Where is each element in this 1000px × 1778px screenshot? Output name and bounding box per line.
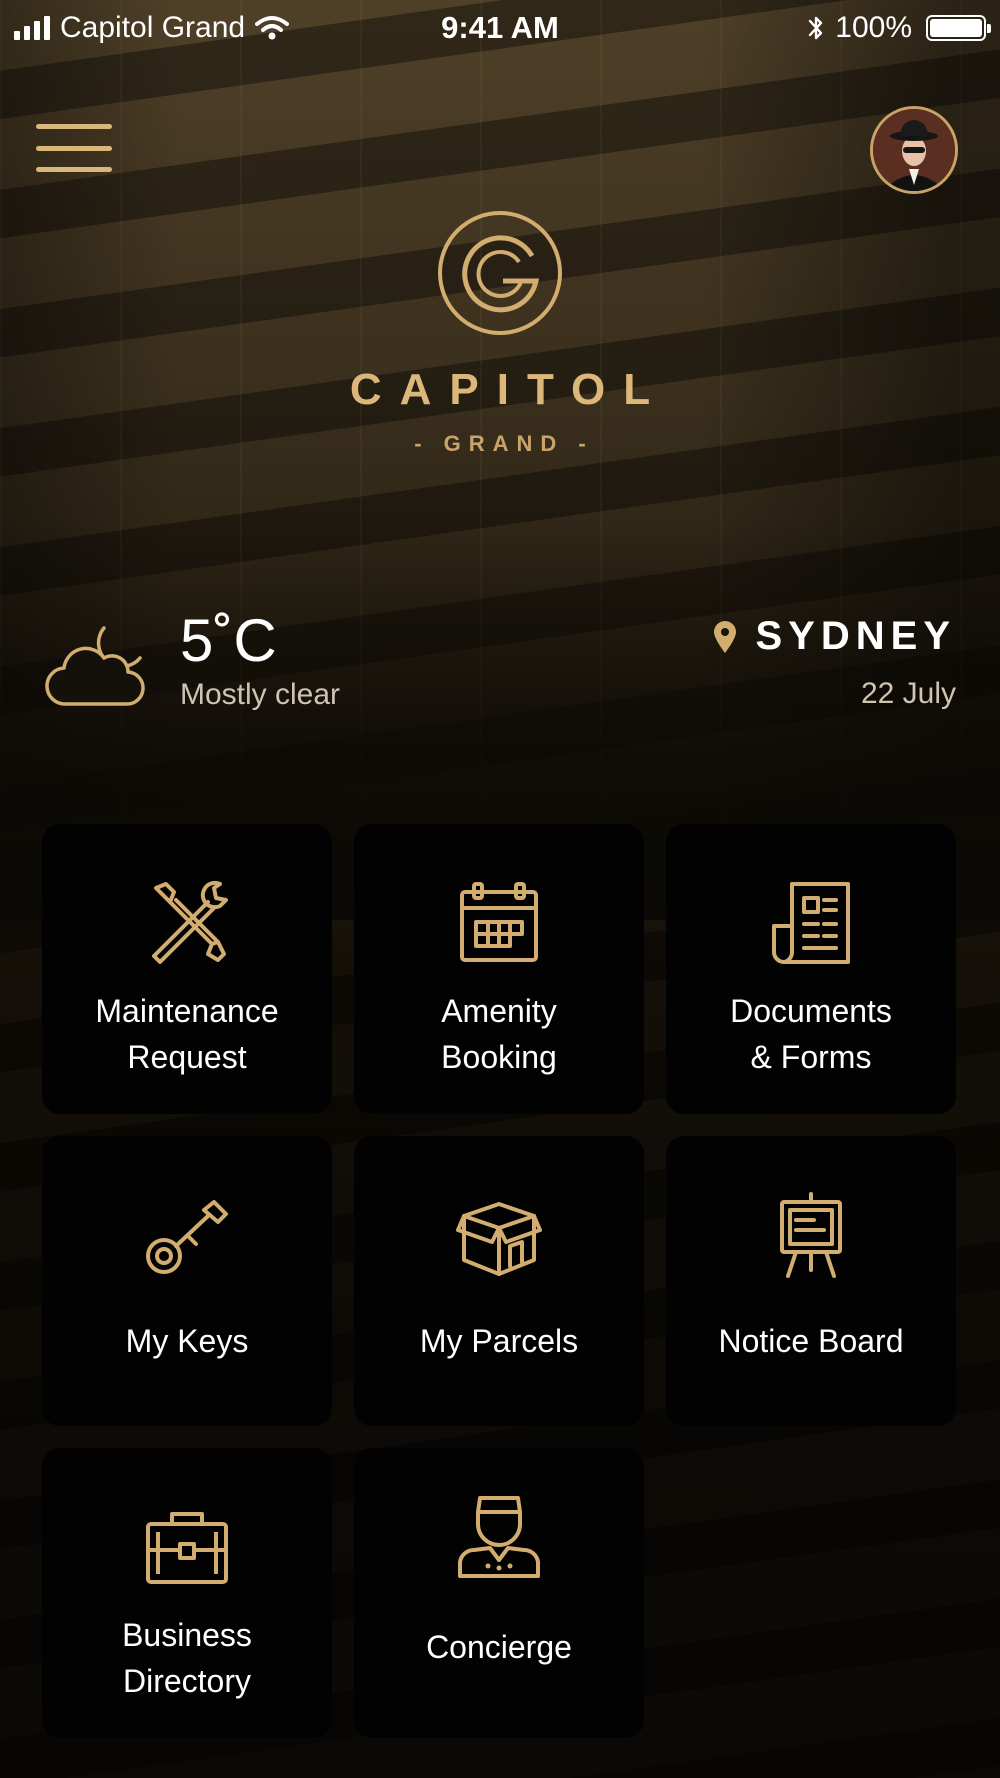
battery-icon — [926, 15, 991, 41]
bluetooth-icon — [809, 16, 823, 40]
concierge-icon — [354, 1490, 644, 1580]
hamburger-menu-icon[interactable] — [36, 124, 112, 172]
tile-label: Amenity Booking — [441, 993, 557, 1075]
status-right: 100% — [807, 11, 991, 45]
tile-label: Maintenance Request — [95, 993, 279, 1075]
current-date: 22 July — [860, 677, 956, 710]
weather-widget: 5˚C Mostly clear — [42, 608, 340, 722]
wifi-icon — [255, 16, 290, 40]
parcel-box-icon — [354, 1190, 644, 1280]
document-icon — [666, 878, 956, 968]
tile-my-parcels[interactable]: My Parcels — [354, 1136, 644, 1426]
temperature: 5˚C — [180, 607, 277, 674]
weather-condition: Mostly clear — [180, 678, 341, 711]
location-widget: SYDNEY 22 July — [712, 614, 957, 711]
tools-icon — [42, 878, 332, 968]
briefcase-icon — [42, 1502, 332, 1592]
tile-label: Business Directory — [122, 1617, 252, 1699]
status-bar: Capitol Grand 9:41 AM 100% — [0, 0, 1000, 56]
brand-name: CAPITOL — [349, 365, 669, 414]
brand-block: CAPITOL - GRAND - — [0, 208, 1000, 457]
tile-notice-board[interactable]: Notice Board — [666, 1136, 956, 1426]
city-name: SYDNEY — [755, 614, 956, 658]
brand-subtitle: - GRAND - — [414, 431, 594, 456]
key-icon — [42, 1190, 332, 1280]
tile-label: Notice Board — [718, 1323, 904, 1359]
battery-percent: 100% — [835, 11, 912, 44]
partly-cloudy-night-icon — [45, 626, 145, 706]
city-row: SYDNEY — [712, 614, 957, 659]
tile-maintenance-request[interactable]: Maintenance Request — [42, 824, 332, 1114]
avatar-portrait — [873, 109, 955, 191]
tile-label: My Parcels — [419, 1323, 579, 1359]
calendar-icon — [354, 878, 644, 968]
notice-board-icon — [666, 1190, 956, 1280]
capitol-grand-logo — [438, 211, 562, 335]
tile-amenity-booking[interactable]: Amenity Booking — [354, 824, 644, 1114]
carrier-name: Capitol Grand — [60, 11, 246, 44]
status-left: Capitol Grand — [14, 11, 290, 45]
tile-label: Concierge — [426, 1629, 572, 1665]
tile-concierge[interactable]: Concierge — [354, 1448, 644, 1738]
tile-label: My Keys — [125, 1323, 249, 1359]
tile-business-directory[interactable]: Business Directory — [42, 1448, 332, 1738]
map-pin-icon — [713, 620, 736, 653]
user-avatar[interactable] — [870, 106, 958, 194]
tile-label: Documents & Forms — [730, 993, 892, 1075]
weather-text: 5˚C Mostly clear — [180, 608, 340, 712]
cellular-signal-icon — [14, 16, 50, 40]
tile-my-keys[interactable]: My Keys — [42, 1136, 332, 1426]
home-screen: Capitol Grand 9:41 AM 100% CAPITOL - GRA… — [0, 0, 1000, 1778]
tile-documents-forms[interactable]: Documents & Forms — [666, 824, 956, 1114]
battery-fill — [930, 19, 982, 37]
